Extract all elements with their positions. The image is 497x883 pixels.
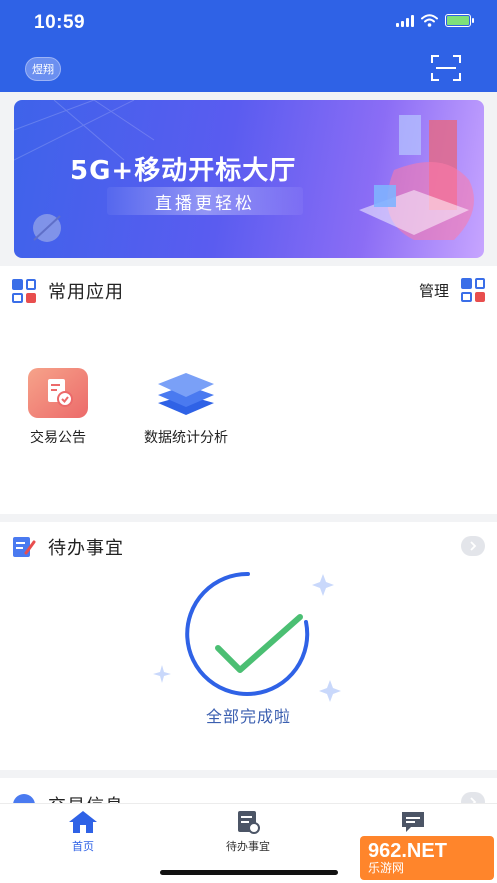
- home-icon: [69, 811, 97, 833]
- chevron-right-icon: [470, 541, 477, 551]
- banner-subtitle: 直播更轻松: [107, 187, 303, 215]
- common-apps-card: 常用应用 管理 交易公告 数据统计分析: [0, 266, 497, 514]
- tab-messages[interactable]: [358, 810, 468, 838]
- todo-edit-icon: [13, 537, 36, 557]
- all-done-illustration: 全部完成啦: [0, 562, 497, 762]
- battery-icon: [445, 14, 474, 27]
- home-indicator: [160, 870, 338, 875]
- todo-list-icon: [238, 811, 260, 834]
- app-header: 10:59 煜翔: [0, 0, 497, 92]
- tab-home-label: 首页: [72, 840, 94, 853]
- app-item-data-analysis[interactable]: 数据统计分析: [135, 368, 237, 447]
- status-icons: [396, 14, 474, 27]
- app-item-trade-announcement[interactable]: 交易公告: [28, 368, 88, 447]
- banner-title: 5G+移动开标大厅: [70, 156, 297, 186]
- app-label: 交易公告: [30, 430, 86, 446]
- todo-title: 待办事宜: [48, 538, 124, 559]
- manage-grid-icon: [461, 278, 485, 302]
- manage-button[interactable]: 管理: [419, 278, 485, 302]
- todo-more-button[interactable]: [461, 536, 485, 556]
- status-time: 10:59: [34, 12, 86, 33]
- common-apps-title: 常用应用: [48, 282, 124, 303]
- signal-icon: [396, 14, 414, 27]
- common-apps-header: 常用应用: [12, 278, 124, 304]
- document-check-icon: [28, 368, 88, 418]
- avatar[interactable]: 煜翔: [25, 57, 61, 81]
- tab-todo[interactable]: 待办事宜: [193, 810, 303, 854]
- all-done-text: 全部完成啦: [205, 707, 291, 726]
- app-label: 数据统计分析: [144, 430, 228, 446]
- message-icon: [402, 812, 424, 832]
- scan-icon[interactable]: [431, 55, 461, 81]
- manage-label: 管理: [418, 281, 449, 300]
- tab-home[interactable]: 首页: [28, 810, 138, 854]
- watermark-small: 乐游网: [368, 861, 405, 875]
- watermark: 962.NET 乐游网: [360, 836, 494, 880]
- todo-card: 待办事宜 全部完成啦: [0, 522, 497, 770]
- tab-todo-label: 待办事宜: [226, 840, 270, 853]
- apps-grid-icon: [12, 279, 36, 303]
- todo-header: 待办事宜: [12, 534, 124, 560]
- layers-icon: [135, 368, 237, 418]
- wifi-icon: [421, 14, 438, 27]
- promo-banner[interactable]: 5G+移动开标大厅 直播更轻松: [14, 100, 484, 258]
- watermark-big: 962.NET: [368, 840, 447, 862]
